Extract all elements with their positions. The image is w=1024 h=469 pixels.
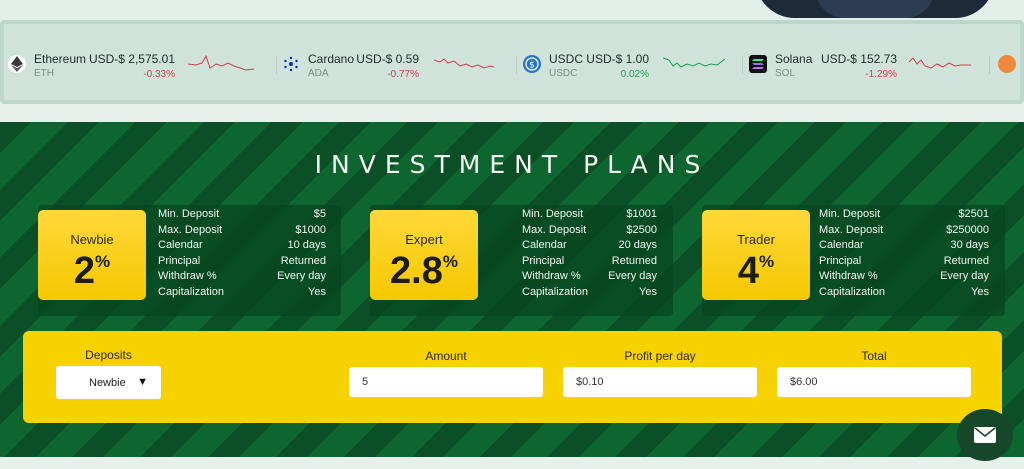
deposits-selected-value: Newbie: [89, 376, 126, 389]
plan-card-trader[interactable]: Trader 4% Min. Deposit $2501 Max. Deposit…: [702, 205, 1005, 316]
partial-coin-icon: [998, 55, 1016, 73]
detail-row: Principal Returned: [819, 254, 989, 267]
ticker-item-ethereum[interactable]: Ethereum ETH USD-$ 2,575.01 -0.33%: [8, 24, 263, 100]
detail-row: Capitalization Yes: [158, 285, 326, 298]
plan-name: Trader: [737, 232, 775, 247]
price-sparkline: [434, 58, 494, 69]
plan-rate: 2%: [73, 250, 111, 292]
price-sparkline: [909, 57, 971, 69]
coin-change: 0.02%: [620, 69, 649, 80]
detail-row: Principal Returned: [522, 254, 657, 267]
solana-icon: [749, 55, 767, 73]
profit-calculator: Deposits Newbie ▼ Amount Profit per day …: [23, 331, 1002, 423]
crypto-ticker: Ethereum ETH USD-$ 2,575.01 -0.33% Carda…: [0, 20, 1024, 104]
ethereum-icon: [8, 55, 26, 73]
plan-rate: 4%: [737, 250, 775, 292]
section-title: INVESTMENT PLANS: [314, 150, 710, 179]
profit-per-day-field[interactable]: [563, 367, 757, 397]
amount-input[interactable]: [349, 367, 543, 397]
ticker-divider: [516, 56, 517, 74]
ticker-divider: [276, 56, 277, 74]
detail-row: Capitalization Yes: [522, 285, 657, 298]
coin-price: USD-$ 2,575.01: [88, 52, 175, 66]
detail-row: Withdraw % Every day: [819, 270, 989, 283]
detail-row: Min. Deposit $2501: [819, 208, 989, 220]
price-sparkline: [663, 57, 725, 68]
detail-row: Calendar 20 days: [522, 239, 657, 252]
coin-price: USD-$ 0.59: [356, 52, 419, 66]
coin-change: -0.77%: [387, 69, 419, 80]
detail-row: Withdraw % Every day: [158, 270, 326, 283]
plan-details: Min. Deposit $2501 Max. Deposit $250000 Ca…: [819, 207, 989, 301]
ticker-item-usdc[interactable]: $ USDC USDC USD-$ 1.00 0.02%: [523, 24, 738, 100]
plan-card-newbie[interactable]: Newbie 2% Min. Deposit $5 Max. Deposit $10…: [38, 205, 341, 316]
total-label: Total: [861, 349, 887, 363]
plan-details: Min. Deposit $5 Max. Deposit $1000 Calenda…: [158, 207, 326, 301]
detail-row: Withdraw % Every day: [522, 270, 657, 283]
detail-row: Max. Deposit $250000: [819, 223, 989, 236]
coin-change: -0.33%: [143, 69, 175, 80]
detail-row: Principal Returned: [158, 254, 326, 267]
plan-rate: 2.8%: [390, 250, 458, 292]
detail-row: Capitalization Yes: [819, 285, 989, 298]
detail-row: Max. Deposit $1000: [158, 223, 326, 236]
profit-per-day-label: Profit per day: [624, 349, 696, 363]
coin-symbol: ETH: [34, 68, 54, 79]
page-background-strip: [0, 457, 1024, 469]
price-sparkline: [188, 54, 254, 71]
hero-banner-edge: [0, 0, 1024, 22]
detail-row: Calendar 10 days: [158, 239, 326, 252]
detail-row: Calendar 30 days: [819, 239, 989, 252]
ticker-item-cardano[interactable]: Cardano ADA USD-$ 0.59 -0.77%: [282, 24, 517, 100]
detail-row: Min. Deposit $1001: [522, 208, 657, 220]
plan-name: Expert: [405, 232, 443, 247]
plan-name: Newbie: [70, 232, 114, 247]
coin-price: USD-$ 152.73: [820, 52, 897, 66]
cardano-icon: [282, 55, 300, 73]
ticker-divider: [989, 56, 990, 74]
hero-image: [755, 0, 995, 18]
deposits-select[interactable]: Newbie ▼: [56, 366, 161, 399]
plan-badge: Newbie 2%: [38, 210, 146, 300]
plan-badge: Trader 4%: [702, 210, 810, 300]
dropdown-arrow-icon: ▼: [137, 376, 148, 388]
ticker-divider: [742, 56, 743, 74]
ticker-item-solana[interactable]: Solana SOL USD-$ 152.73 -1.29%: [749, 24, 984, 100]
coin-price: USD-$ 1.00: [586, 52, 649, 66]
svg-text:$: $: [529, 61, 535, 71]
plan-card-expert[interactable]: Expert 2.8% Min. Deposit $1001 Max. Depos…: [370, 205, 673, 316]
plan-details: Min. Deposit $1001 Max. Deposit $2500 Cale…: [522, 207, 657, 301]
mail-icon: [974, 427, 996, 443]
detail-row: Max. Deposit $2500: [522, 223, 657, 236]
contact-mail-button[interactable]: [957, 409, 1013, 461]
deposits-label: Deposits: [85, 348, 132, 362]
investment-plans-section: INVESTMENT PLANS Newbie 2% Min. Deposit $…: [0, 122, 1024, 457]
amount-label: Amount: [425, 349, 467, 363]
coin-change: -1.29%: [865, 69, 897, 80]
plan-badge: Expert 2.8%: [370, 210, 478, 300]
detail-row: Min. Deposit $5: [158, 208, 326, 220]
total-field[interactable]: [777, 367, 971, 397]
